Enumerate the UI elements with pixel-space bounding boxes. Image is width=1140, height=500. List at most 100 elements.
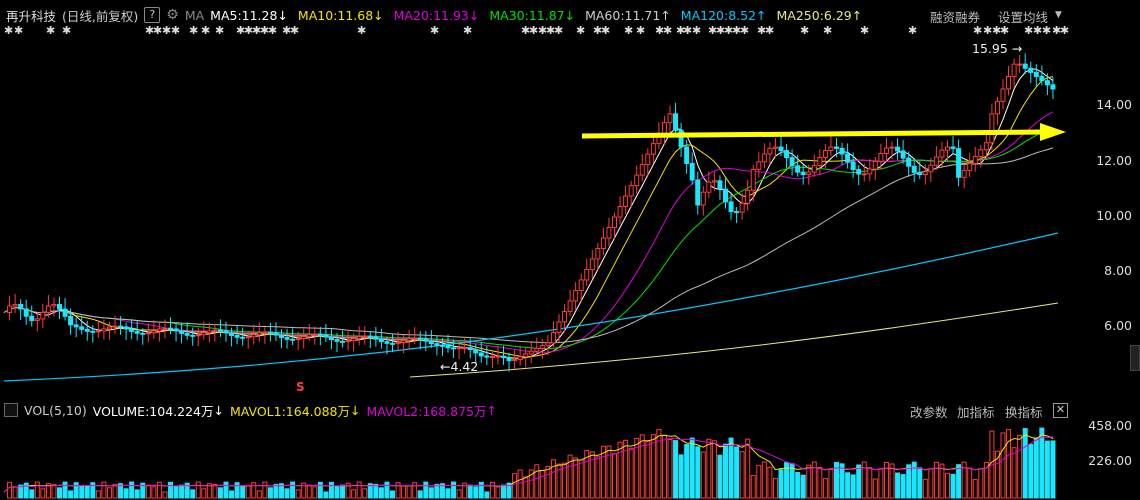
candle-body xyxy=(401,340,407,344)
candle-body xyxy=(950,146,956,150)
volume-bar xyxy=(295,489,301,499)
gear-icon[interactable]: ⚙ xyxy=(166,7,179,23)
add-indicator-button[interactable]: 加指标 xyxy=(957,402,995,421)
info-marker[interactable]: ✱ xyxy=(357,24,366,37)
info-marker[interactable]: ✱ xyxy=(624,24,633,37)
candle-body xyxy=(323,334,329,338)
vol-label[interactable]: VOL(5,10) xyxy=(24,403,87,418)
volume-bar xyxy=(667,438,673,499)
volume-bar xyxy=(245,485,251,499)
info-marker[interactable]: ✱ xyxy=(153,24,162,37)
volume-bar xyxy=(945,472,950,499)
info-marker[interactable]: ✱ xyxy=(14,24,23,37)
info-marker[interactable]: ✱ xyxy=(683,24,692,37)
info-marker[interactable]: ✱ xyxy=(1033,24,1042,37)
candle-body xyxy=(872,160,878,170)
volume-bar xyxy=(240,485,246,499)
ma-value-2: MA20:11.93↓ xyxy=(393,7,480,23)
candle-body xyxy=(589,258,595,270)
volume-bar xyxy=(168,481,173,499)
info-marker[interactable]: ✱ xyxy=(983,24,992,37)
chevron-down-icon[interactable]: ▼ xyxy=(1055,10,1062,20)
candle-body xyxy=(356,336,362,340)
candlestick-chart[interactable]: 15.95 → ←4.42 S xyxy=(0,38,1070,393)
special-marker[interactable]: S xyxy=(296,380,305,393)
candle-body xyxy=(667,113,673,124)
info-marker[interactable]: ✱ xyxy=(554,24,563,37)
volume-arrow: ↓ xyxy=(213,402,224,418)
volume-bar xyxy=(706,438,712,499)
info-marker[interactable]: ✱ xyxy=(529,24,538,37)
info-marker[interactable]: ✱ xyxy=(215,24,224,37)
info-marker[interactable]: ✱ xyxy=(46,24,55,37)
volume-bar xyxy=(617,441,623,499)
stock-name[interactable]: 再升科技 xyxy=(6,6,56,25)
swap-indicator-button[interactable]: 换指标 xyxy=(1005,402,1043,421)
info-marker[interactable]: ✱ xyxy=(908,24,917,37)
candle-body xyxy=(428,340,434,345)
info-marker[interactable]: ✱ xyxy=(663,24,672,37)
info-marker[interactable]: ✱ xyxy=(823,24,832,37)
volume-bar xyxy=(523,476,529,499)
volume-bar xyxy=(323,491,329,499)
volume-bar xyxy=(134,489,140,499)
candle-body xyxy=(967,162,973,171)
info-marker[interactable]: ✱ xyxy=(1060,24,1069,37)
volume-bar xyxy=(223,481,229,499)
info-marker[interactable]: ✱ xyxy=(290,24,299,37)
candle-body xyxy=(878,152,884,162)
info-marker[interactable]: ✱ xyxy=(860,24,869,37)
volume-bar xyxy=(362,488,368,499)
info-marker[interactable]: ✱ xyxy=(268,24,277,37)
change-params-button[interactable]: 改参数 xyxy=(910,402,948,421)
volume-bar xyxy=(95,490,101,499)
volume-bar xyxy=(661,434,667,499)
candle-body xyxy=(390,342,395,345)
volume-bar xyxy=(179,484,185,499)
info-marker[interactable]: ✱ xyxy=(430,24,439,37)
mavol2-arrow: ↑ xyxy=(486,402,497,418)
candle-body xyxy=(700,191,706,206)
info-marker[interactable]: ✱ xyxy=(601,24,610,37)
info-marker[interactable]: ✱ xyxy=(740,24,749,37)
info-marker[interactable]: ✱ xyxy=(201,24,210,37)
info-marker[interactable]: ✱ xyxy=(463,24,472,37)
volume-bar xyxy=(534,464,540,499)
candle-body xyxy=(795,165,801,173)
info-marker[interactable]: ✱ xyxy=(576,24,585,37)
info-marker[interactable]: ✱ xyxy=(189,24,198,37)
info-marker[interactable]: ✱ xyxy=(692,24,701,37)
candle-body xyxy=(717,180,723,190)
scroll-handle[interactable] xyxy=(1130,345,1140,371)
info-marker[interactable]: ✱ xyxy=(1042,24,1051,37)
period-label[interactable]: (日线,前复权) xyxy=(62,6,138,25)
help-button[interactable]: ? xyxy=(144,7,161,23)
volume-bar xyxy=(545,466,551,499)
candle-body xyxy=(1006,76,1012,90)
close-icon[interactable]: ✕ xyxy=(1053,403,1068,418)
volume-bar xyxy=(900,474,906,499)
info-marker[interactable]: ✱ xyxy=(62,24,71,37)
info-marker[interactable]: ✱ xyxy=(4,24,13,37)
info-marker[interactable]: ✱ xyxy=(1000,24,1009,37)
volume-bar xyxy=(1017,434,1023,499)
candle-body xyxy=(201,332,207,336)
info-markers-row: ✱ ✱ ✱ ✱ ✱ ✱ ✱ ✱ ✱ ✱ ✱ ✱ ✱ ✱ ✱ ✱ ✱ ✱ ✱ ✱ ✱ ✱ ✱ ✱ ✱ ✱ ✱ ✱ ✱ ✱ ✱ ✱ ✱ ✱ ✱ ✱ ✱ ✱ ✱ ✱… xyxy=(0,24,1069,38)
collapse-icon[interactable] xyxy=(4,403,18,417)
info-marker[interactable]: ✱ xyxy=(636,24,645,37)
candle-body xyxy=(745,189,751,204)
info-marker[interactable]: ✱ xyxy=(765,24,774,37)
candle-body xyxy=(606,227,612,239)
info-marker[interactable]: ✱ xyxy=(1024,24,1033,37)
info-marker[interactable]: ✱ xyxy=(973,24,982,37)
info-marker[interactable]: ✱ xyxy=(162,24,171,37)
volume-bar xyxy=(40,488,46,499)
volume-chart[interactable] xyxy=(0,422,1070,500)
info-marker[interactable]: ✱ xyxy=(171,24,180,37)
volume-tick: 226.00 xyxy=(1088,453,1132,468)
candle-body xyxy=(434,343,440,346)
volume-bar xyxy=(978,468,984,499)
ma60-line xyxy=(3,147,1054,344)
volume-bar xyxy=(512,473,518,499)
info-marker[interactable]: ✱ xyxy=(800,24,809,37)
